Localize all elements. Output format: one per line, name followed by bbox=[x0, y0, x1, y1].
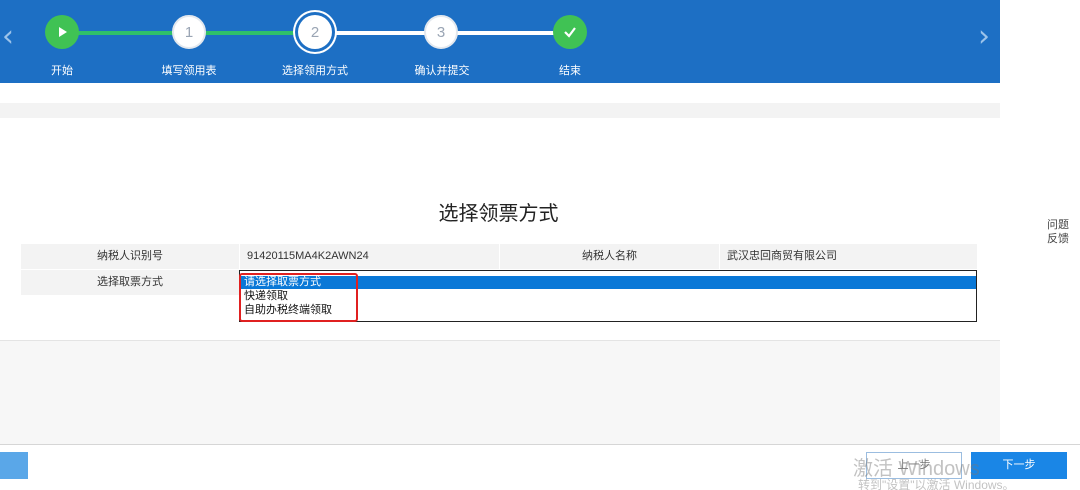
step-number: 2 bbox=[310, 23, 320, 41]
option-placeholder[interactable]: 请选择取票方式 bbox=[240, 276, 976, 289]
step-number: 3 bbox=[436, 23, 446, 41]
chevron-left-icon[interactable]: ‹ bbox=[2, 22, 22, 52]
step-start bbox=[45, 15, 79, 49]
taxpayer-id-value: 91420115MA4K2AWN24 bbox=[247, 250, 369, 262]
progress-line-pending bbox=[440, 31, 570, 35]
taxpayer-id-label: 纳税人识别号 bbox=[97, 250, 163, 262]
step-label-start: 开始 bbox=[51, 65, 73, 77]
cell-divider bbox=[239, 244, 240, 269]
step-end bbox=[553, 15, 587, 49]
prev-step-button[interactable]: 上一步 bbox=[866, 452, 962, 479]
check-icon bbox=[564, 27, 576, 38]
step-label-fill-form: 填写领用表 bbox=[161, 65, 217, 77]
step-select-method: 2 bbox=[298, 15, 332, 49]
lower-section bbox=[0, 341, 1000, 444]
pickup-method-label: 选择取票方式 bbox=[97, 276, 163, 288]
step-fill-form: 1 bbox=[172, 15, 206, 49]
progress-line-done bbox=[188, 31, 314, 35]
feedback-link[interactable]: 问题 反馈 bbox=[1042, 218, 1074, 246]
progress-line-done bbox=[62, 31, 188, 35]
pickup-method-select[interactable]: 请选择取票方式 快递领取 自助办税终端领取 bbox=[239, 270, 977, 322]
feedback-line2: 反馈 bbox=[1047, 233, 1069, 245]
wizard-bar: ‹ › 1 2 3 开始 填写领用表 选择领用方式 确认并提交 结束 bbox=[0, 0, 1000, 83]
feedback-line1: 问题 bbox=[1047, 219, 1069, 231]
cell-divider bbox=[719, 244, 720, 269]
step-number: 1 bbox=[184, 23, 194, 41]
step-label-confirm: 确认并提交 bbox=[414, 65, 470, 77]
play-icon bbox=[59, 27, 67, 37]
step-label-end: 结束 bbox=[559, 65, 581, 77]
taxpayer-name-label: 纳税人名称 bbox=[582, 250, 637, 262]
progress-line-pending bbox=[314, 31, 440, 35]
chevron-right-icon[interactable]: › bbox=[978, 22, 998, 52]
step-confirm: 3 bbox=[424, 15, 458, 49]
section-band bbox=[0, 103, 1000, 118]
next-step-button[interactable]: 下一步 bbox=[971, 452, 1067, 479]
option-express[interactable]: 快递领取 bbox=[240, 290, 976, 303]
left-action-button[interactable] bbox=[0, 452, 28, 479]
step-label-select-method: 选择领用方式 bbox=[282, 65, 348, 77]
option-self-service-terminal[interactable]: 自助办税终端领取 bbox=[240, 304, 976, 317]
taxpayer-name-value: 武汉忠回商贸有限公司 bbox=[727, 250, 837, 262]
page-title: 选择领票方式 bbox=[438, 203, 559, 225]
